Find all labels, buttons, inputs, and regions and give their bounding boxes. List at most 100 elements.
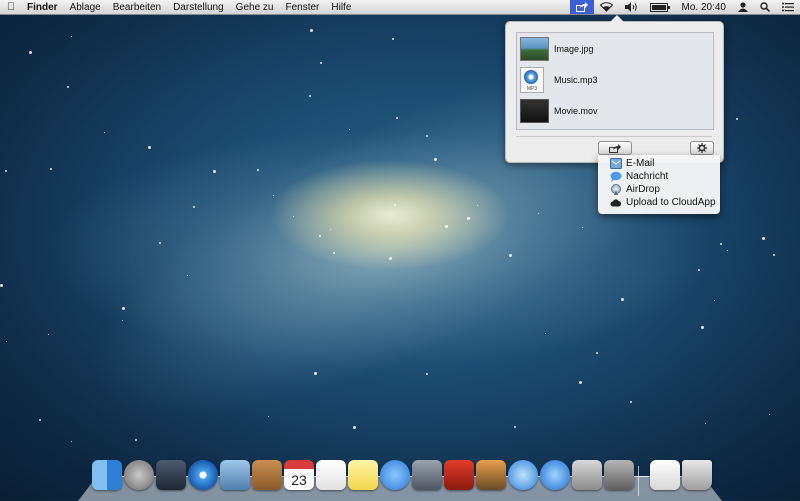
share-item-cloudapp[interactable]: Upload to CloudApp: [598, 196, 720, 209]
star: [353, 426, 356, 429]
airdrop-icon: [610, 183, 622, 196]
share-menu-extra-icon[interactable]: [569, 0, 594, 14]
menu-bearbeiten[interactable]: Bearbeiten: [108, 2, 168, 13]
battery-icon[interactable]: [644, 0, 676, 14]
file-row-image[interactable]: Image.jpg: [520, 36, 710, 62]
star: [467, 217, 470, 220]
share-item-email[interactable]: E-Mail: [598, 157, 720, 170]
facetime-icon[interactable]: [412, 460, 442, 490]
wifi-icon[interactable]: [594, 0, 619, 14]
preview-icon[interactable]: [572, 460, 602, 490]
app-store-icon[interactable]: [540, 460, 570, 490]
star: [29, 51, 32, 54]
menu-item-label: Upload to CloudApp: [626, 197, 716, 208]
star: [122, 307, 125, 310]
star: [319, 235, 321, 237]
share-button[interactable]: [598, 141, 632, 155]
file-row-movie[interactable]: Movie.mov: [520, 98, 710, 124]
star: [268, 416, 269, 417]
star: [477, 205, 478, 206]
iphoto-icon[interactable]: [476, 460, 506, 490]
calendar-day: 23: [291, 472, 307, 488]
star: [71, 36, 72, 37]
user-icon[interactable]: [732, 0, 754, 14]
star: [445, 225, 448, 228]
notes-icon[interactable]: [348, 460, 378, 490]
volume-icon[interactable]: [619, 0, 644, 14]
star: [187, 275, 188, 276]
mail-app-icon[interactable]: [220, 460, 250, 490]
star: [293, 216, 294, 217]
contacts-icon[interactable]: [252, 460, 282, 490]
star: [720, 243, 722, 245]
file-list: Image.jpg MP3 Music.mp3 Movie.mov: [516, 32, 714, 130]
mp3-file-icon: MP3: [520, 67, 544, 93]
star: [333, 252, 335, 254]
apple-menu-icon[interactable]: : [0, 1, 22, 13]
star: [714, 300, 715, 301]
menu-bar:  Finder Ablage Bearbeiten Darstellung G…: [0, 0, 800, 15]
file-name: Music.mp3: [554, 75, 598, 85]
star: [705, 423, 706, 424]
settings-button[interactable]: [690, 141, 714, 155]
menu-gehe-zu[interactable]: Gehe zu: [231, 2, 281, 13]
star: [314, 372, 317, 375]
star: [148, 146, 151, 149]
file-name: Image.jpg: [554, 44, 594, 54]
menu-clock[interactable]: Mo. 20:40: [676, 0, 732, 14]
share-icon: [609, 143, 621, 153]
calendar-icon[interactable]: 23: [284, 460, 314, 490]
star: [71, 441, 72, 442]
share-item-airdrop[interactable]: AirDrop: [598, 183, 720, 196]
menu-darstellung[interactable]: Darstellung: [168, 2, 231, 13]
trash-icon[interactable]: [682, 460, 712, 490]
mission-control-icon[interactable]: [156, 460, 186, 490]
menu-fenster[interactable]: Fenster: [280, 2, 326, 13]
share-popover: Image.jpg MP3 Music.mp3 Movie.mov: [505, 15, 724, 163]
mail-icon: [610, 158, 622, 170]
star: [426, 373, 428, 375]
star: [310, 29, 313, 32]
photo-booth-icon[interactable]: [444, 460, 474, 490]
menu-hilfe[interactable]: Hilfe: [326, 2, 358, 13]
spotlight-search-icon[interactable]: [754, 0, 776, 14]
star: [579, 381, 582, 384]
menu-ablage[interactable]: Ablage: [65, 2, 108, 13]
launchpad-icon[interactable]: [124, 460, 154, 490]
dock-separator: [638, 466, 639, 496]
finder-icon[interactable]: [92, 460, 122, 490]
documents-stack-icon[interactable]: [650, 460, 680, 490]
star: [122, 320, 123, 321]
star: [394, 204, 396, 206]
share-item-nachricht[interactable]: Nachricht: [598, 170, 720, 183]
movie-thumbnail: [520, 99, 549, 123]
star: [392, 38, 394, 40]
notification-center-icon[interactable]: [776, 0, 800, 14]
file-row-music[interactable]: MP3 Music.mp3: [520, 67, 710, 93]
star: [320, 62, 322, 64]
share-dropdown-menu: E-Mail Nachricht AirDrop Upload to Cloud…: [598, 155, 720, 214]
star: [698, 269, 700, 271]
star: [6, 341, 7, 342]
star: [434, 158, 437, 161]
system-preferences-icon[interactable]: [604, 460, 634, 490]
star: [545, 333, 546, 334]
star: [5, 170, 7, 172]
reminders-icon[interactable]: [316, 460, 346, 490]
star: [39, 419, 41, 421]
gear-icon: [697, 143, 707, 153]
star: [701, 326, 704, 329]
star: [159, 242, 161, 244]
star: [50, 168, 52, 170]
star: [349, 129, 350, 130]
safari-icon[interactable]: [188, 460, 218, 490]
menu-item-label: AirDrop: [626, 184, 660, 195]
star: [538, 213, 539, 214]
popover-arrow: [610, 15, 624, 22]
itunes-icon[interactable]: [508, 460, 538, 490]
menu-app-name[interactable]: Finder: [22, 2, 65, 13]
messages-icon: [610, 171, 622, 183]
star: [67, 86, 69, 88]
file-name: Movie.mov: [554, 106, 598, 116]
messages-app-icon[interactable]: [380, 460, 410, 490]
